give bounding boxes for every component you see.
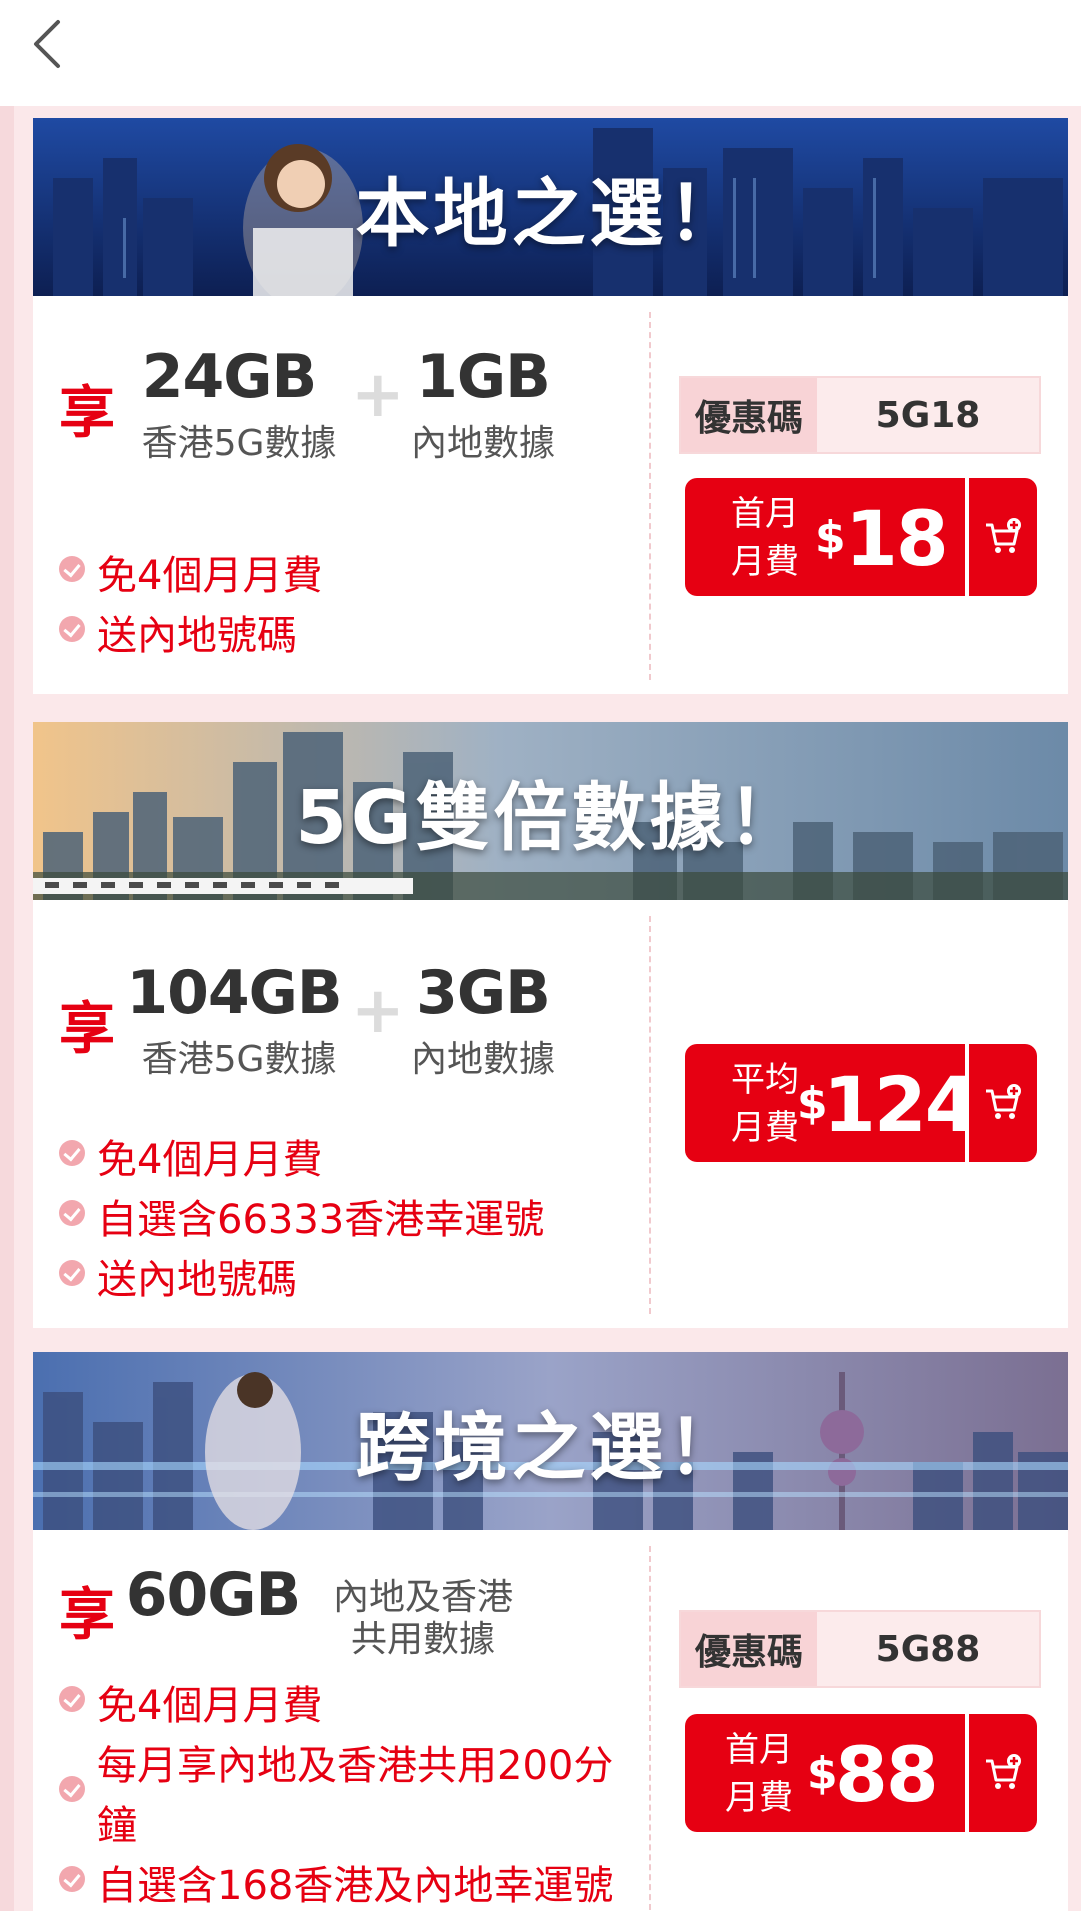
- cart-plus-icon: [986, 518, 1021, 553]
- plan-body: 享 24GB 香港5G數據 + 1GB 內地數據 免4個月月費 送內地號碼 優惠…: [33, 296, 1068, 694]
- price-value: 18: [845, 494, 949, 583]
- check-circle-icon: [59, 556, 85, 582]
- plan-banner: 5G雙倍數據！: [33, 722, 1068, 900]
- check-circle-icon: [59, 1200, 85, 1226]
- feature-item: 送內地號碼: [59, 606, 297, 666]
- check-circle-icon: [59, 616, 85, 642]
- currency-symbol: $: [815, 512, 846, 563]
- check-circle-icon: [59, 1260, 85, 1286]
- feature-text-line1: 每月享內地及香港共用200分: [97, 1743, 614, 1789]
- price-prefix-line2: 月費: [731, 1108, 799, 1148]
- promo-code-box: 優惠碼 5G18: [679, 376, 1041, 454]
- hk-data-label: 香港5G數據: [141, 423, 337, 464]
- check-circle-icon: [59, 1776, 85, 1802]
- cart-plus-icon: [986, 1754, 1021, 1789]
- price-prefix-line1: 首月: [725, 1730, 793, 1770]
- mainland-data-label: 內地數據: [410, 1039, 555, 1080]
- price-button[interactable]: 首月 月費 $ 18: [685, 478, 965, 596]
- banner-title: 本地之選！: [355, 170, 746, 257]
- hk-data-amount: 24GB: [141, 342, 317, 412]
- price-value: 88: [835, 1730, 939, 1819]
- enjoy-label: 享: [59, 997, 115, 1062]
- feature-text-line2: 鐘: [97, 1803, 137, 1849]
- plan-body: 享 60GB 內地及香港 共用數據 免4個月月費 每月享內地及香港共用200分 …: [33, 1530, 1068, 1911]
- plus-sign: +: [351, 358, 405, 432]
- check-circle-icon: [59, 1866, 85, 1892]
- feature-item: 每月享內地及香港共用200分 鐘: [59, 1736, 613, 1856]
- dashed-divider: [649, 312, 651, 680]
- price-value: 124: [823, 1060, 978, 1149]
- currency-symbol: $: [807, 1748, 838, 1799]
- plan-card-local: 本地之選！ 享 24GB 香港5G數據 + 1GB 內地數據 免4個月月費 送內…: [33, 118, 1068, 694]
- plan-body: 享 104GB 香港5G數據 + 3GB 內地數據 免4個月月費 自選含6633…: [33, 900, 1068, 1328]
- price-prefix-line2: 月費: [725, 1778, 793, 1818]
- plus-sign: +: [351, 974, 405, 1048]
- check-circle-icon: [59, 1686, 85, 1712]
- plan-card-5g-double: 5G雙倍數據！ 享 104GB 香港5G數據 + 3GB 內地數據 免4個月月費…: [33, 722, 1068, 1328]
- mainland-data-label: 內地數據: [410, 423, 555, 464]
- feature-item: 送內地號碼: [59, 1250, 297, 1310]
- dashed-divider: [649, 916, 651, 1314]
- promo-code-label: 優惠碼: [681, 1612, 817, 1686]
- plan-banner: 跨境之選！: [33, 1352, 1068, 1530]
- add-to-cart-button[interactable]: [969, 1714, 1037, 1832]
- promo-code-value: 5G18: [875, 394, 981, 436]
- enjoy-label: 享: [59, 1583, 115, 1648]
- hk-data-amount: 104GB: [126, 958, 342, 1028]
- price-prefix-line1: 首月: [731, 494, 799, 534]
- left-edge-strip: [0, 106, 14, 1911]
- promo-code-label: 優惠碼: [681, 378, 817, 452]
- feature-item: 自選含168香港及內地幸運號: [59, 1856, 613, 1911]
- banner-title: 5G雙倍數據！: [295, 774, 806, 861]
- top-nav-bar: [0, 0, 1081, 106]
- feature-item: 自選含66333香港幸運號: [59, 1190, 544, 1250]
- price-button[interactable]: 首月 月費 $ 88: [685, 1714, 965, 1832]
- chevron-left-icon[interactable]: [22, 14, 82, 74]
- check-circle-icon: [59, 1140, 85, 1166]
- shared-data-label-line2: 共用數據: [350, 1619, 495, 1660]
- plan-card-cross-border: 跨境之選！ 享 60GB 內地及香港 共用數據 免4個月月費 每月享內地及香港共…: [33, 1352, 1068, 1911]
- mainland-data-amount: 3GB: [416, 958, 551, 1028]
- enjoy-label: 享: [59, 381, 115, 446]
- feature-item: 免4個月月費: [59, 1676, 322, 1736]
- shared-data-amount: 60GB: [125, 1560, 301, 1630]
- feature-item: 免4個月月費: [59, 546, 322, 606]
- feature-item: 免4個月月費: [59, 1130, 322, 1190]
- dashed-divider: [649, 1546, 651, 1911]
- price-prefix-line2: 月費: [731, 542, 799, 582]
- plan-banner: 本地之選！: [33, 118, 1068, 296]
- mainland-data-amount: 1GB: [416, 342, 551, 412]
- promo-code-box: 優惠碼 5G88: [679, 1610, 1041, 1688]
- hk-data-label: 香港5G數據: [141, 1039, 337, 1080]
- price-prefix-line1: 平均: [731, 1060, 799, 1100]
- cart-plus-icon: [986, 1084, 1021, 1119]
- price-button[interactable]: 平均 月費 $ 124: [685, 1044, 978, 1162]
- add-to-cart-button[interactable]: [969, 478, 1037, 596]
- promo-code-value: 5G88: [875, 1628, 981, 1670]
- banner-title: 跨境之選！: [355, 1404, 746, 1491]
- add-to-cart-button[interactable]: [969, 1044, 1037, 1162]
